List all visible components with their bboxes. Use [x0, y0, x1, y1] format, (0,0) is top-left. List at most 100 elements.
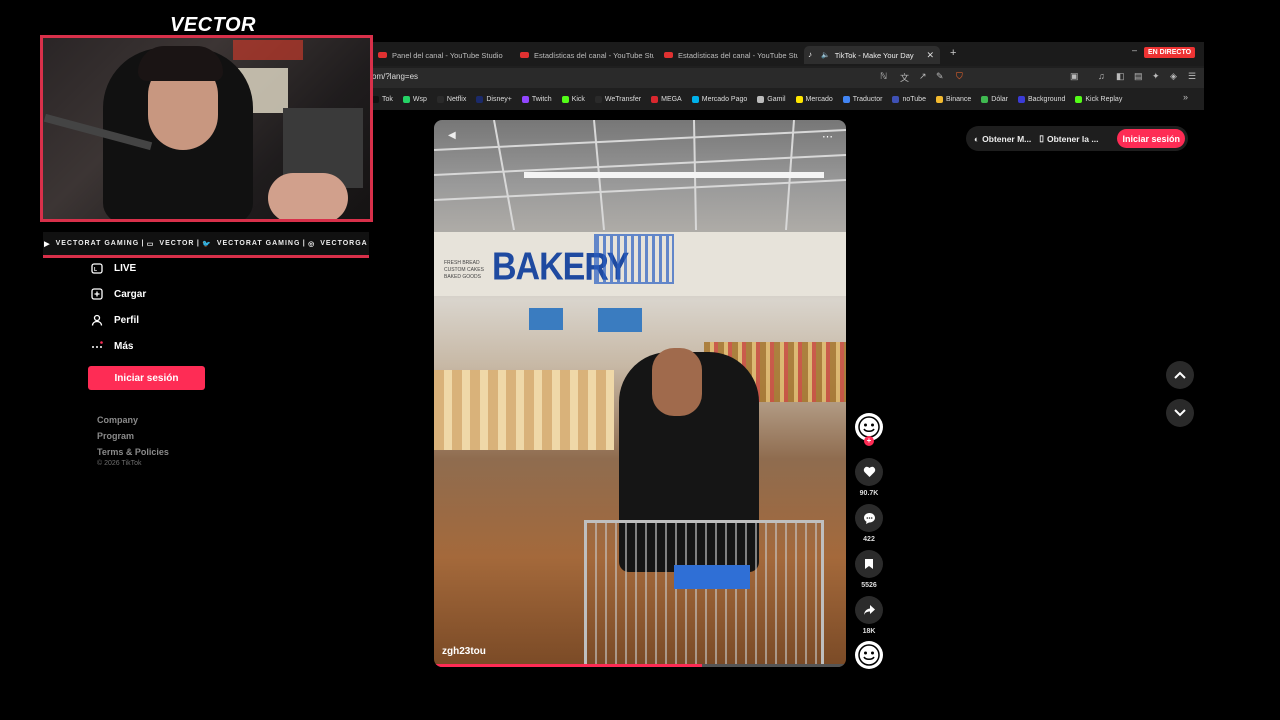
- social-instagram: ◎ VECTORGA: [308, 240, 368, 248]
- bookmarks-overflow-icon[interactable]: »: [1183, 92, 1188, 102]
- comment-action[interactable]: 422: [855, 504, 883, 543]
- tab-estadisticas-2[interactable]: Estadísticas del canal - YouTube Studio: [660, 46, 798, 64]
- footer-link-company[interactable]: Company: [97, 415, 138, 425]
- bookmark-favicon-icon: [436, 95, 444, 103]
- footer-link-terms[interactable]: Terms & Policies: [97, 447, 169, 457]
- new-tab-button[interactable]: +: [950, 47, 956, 59]
- sidebar-item-upload[interactable]: Cargar: [90, 287, 146, 301]
- share-icon[interactable]: ↗: [919, 71, 927, 82]
- sidebar-item-label: LIVE: [114, 262, 137, 274]
- translate-icon[interactable]: 文: [900, 71, 909, 84]
- sidebar-item-more[interactable]: Más: [90, 339, 133, 353]
- bookmark-item[interactable]: Tok: [372, 95, 393, 103]
- header-login-button[interactable]: Iniciar sesión: [1117, 129, 1185, 148]
- share-icon[interactable]: [855, 596, 883, 624]
- live-badge: EN DIRECTO: [1144, 47, 1196, 58]
- top-right-controls: ◐ Obtener M... ▯ Obtener la ... Iniciar …: [966, 126, 1188, 151]
- bookmark-item[interactable]: Dólar: [981, 95, 1008, 103]
- bookmark-label: Traductor: [852, 95, 883, 103]
- speaker-icon: 🔈: [821, 52, 830, 59]
- url-text[interactable]: om/?lang=es: [372, 72, 418, 81]
- upload-icon: [90, 287, 104, 301]
- music-disc[interactable]: [855, 641, 883, 669]
- video-progress-fill: [434, 664, 702, 667]
- bookmark-item[interactable]: WeTransfer: [594, 95, 642, 103]
- like-count: 90.7K: [859, 490, 879, 497]
- youtube-icon: [378, 52, 387, 58]
- more-icon: [90, 339, 104, 353]
- sidebar-icon[interactable]: ◧: [1116, 71, 1125, 82]
- bookmark-favicon-icon: [935, 95, 943, 103]
- social-twitter: 🐦 VECTORAT GAMING: [202, 240, 300, 248]
- bookmark-item[interactable]: Mercado: [795, 95, 833, 103]
- bread-display: [434, 370, 614, 450]
- menu-screen: [529, 308, 563, 330]
- close-tab-icon[interactable]: ✕: [926, 50, 934, 61]
- video-progress-bar[interactable]: [434, 664, 846, 667]
- bookmark-label: WeTransfer: [604, 95, 642, 103]
- edit-icon[interactable]: ✎: [936, 71, 944, 82]
- next-video-button[interactable]: [1166, 399, 1194, 427]
- save-action[interactable]: 5526: [855, 550, 883, 589]
- address-bar[interactable]: om/?lang=es ℕ 文 ↗ ✎ ⛉ ▣ ♫ ◧ ▤ ✦ ◈ ☰: [370, 68, 1204, 88]
- social-youtube: ▶ VECTORAT GAMING: [44, 240, 139, 248]
- tab-panel-canal[interactable]: Panel del canal - YouTube Studio: [374, 46, 510, 64]
- tab-estadisticas-1[interactable]: Estadísticas del canal - YouTube Studio: [516, 46, 654, 64]
- bookmark-label: Gamil: [767, 95, 786, 103]
- bookmark-icon[interactable]: [855, 550, 883, 578]
- wallet-icon[interactable]: ▤: [1134, 71, 1143, 82]
- share-action[interactable]: 18K: [855, 596, 883, 635]
- get-coins-button[interactable]: ◐ Obtener M...: [974, 134, 1031, 144]
- video-username[interactable]: zgh23tou: [442, 646, 486, 657]
- comment-icon[interactable]: [855, 504, 883, 532]
- footer-link-program[interactable]: Program: [97, 431, 134, 441]
- bookmark-item[interactable]: Traductor: [842, 95, 883, 103]
- bookmark-favicon-icon: [561, 95, 569, 103]
- reader-icon[interactable]: ℕ: [880, 71, 887, 82]
- bookmark-item[interactable]: Mercado Pago: [691, 95, 747, 103]
- bookmark-item[interactable]: Netflix: [436, 95, 466, 103]
- bookmark-item[interactable]: Wsp: [402, 95, 427, 103]
- more-options-icon[interactable]: ⋯: [822, 130, 833, 143]
- heart-icon[interactable]: [855, 458, 883, 486]
- bookmark-item[interactable]: MEGA: [651, 95, 682, 103]
- smiley-icon: [858, 644, 880, 666]
- video-player[interactable]: FRESH BREAD CUSTOM CAKES BAKED GOODS BAK…: [434, 120, 846, 667]
- bookmark-item[interactable]: Binance: [935, 95, 971, 103]
- like-action[interactable]: 90.7K: [855, 458, 883, 497]
- person-face-video: [652, 348, 702, 416]
- bookmark-item[interactable]: noTube: [892, 95, 926, 103]
- bookmark-item[interactable]: Twitch: [521, 95, 552, 103]
- bookmark-item[interactable]: Disney+: [476, 95, 512, 103]
- follow-button[interactable]: +: [864, 436, 874, 446]
- brave-shield-icon[interactable]: ⛉: [956, 71, 963, 82]
- login-button[interactable]: Iniciar sesión: [88, 366, 205, 390]
- bookmark-favicon-icon: [795, 95, 803, 103]
- vpn-icon[interactable]: ◈: [1170, 71, 1177, 82]
- menu-icon[interactable]: ☰: [1188, 71, 1196, 82]
- music-icon[interactable]: ♫: [1098, 71, 1105, 81]
- bookmark-item[interactable]: Kick Replay: [1075, 95, 1122, 103]
- screenshot-icon[interactable]: ▣: [1070, 71, 1079, 82]
- leo-icon[interactable]: ✦: [1152, 71, 1160, 82]
- bookmark-label: noTube: [902, 95, 926, 103]
- arcade-marquee: [233, 40, 303, 60]
- bookmark-item[interactable]: Background: [1018, 95, 1065, 103]
- copyright-text: © 2026 TikTok: [97, 460, 142, 467]
- minimize-icon[interactable]: –: [1132, 45, 1137, 55]
- social-label: VECTORAT GAMING: [216, 240, 301, 247]
- previous-video-button[interactable]: [1166, 361, 1194, 389]
- person-arm: [268, 173, 348, 219]
- sidebar-item-profile[interactable]: Perfil: [90, 313, 139, 327]
- get-app-button[interactable]: ▯ Obtener la ...: [1039, 133, 1098, 144]
- social-label: VECTORAT GAMING: [55, 240, 140, 247]
- bookmark-favicon-icon: [402, 95, 410, 103]
- tab-label: Estadísticas del canal - YouTube Studio: [534, 50, 654, 60]
- tab-tiktok[interactable]: ♪ 🔈 TikTok - Make Your Day ✕: [804, 46, 940, 64]
- sidebar-item-live[interactable]: L LIVE: [90, 261, 136, 275]
- chevron-down-icon: [1174, 409, 1186, 417]
- cart-seat: [674, 565, 750, 589]
- bookmark-item[interactable]: Kick: [561, 95, 585, 103]
- bookmark-item[interactable]: Gamil: [757, 95, 786, 103]
- speaker-icon[interactable]: ◀: [448, 130, 456, 141]
